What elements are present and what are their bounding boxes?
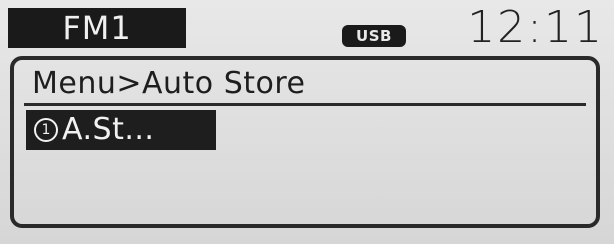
menu-item-label: A.St... (62, 112, 155, 147)
title-divider (24, 103, 586, 106)
radio-display: FM1 USB 12:11 Menu>Auto Store 1 A.St... (0, 0, 614, 244)
menu-panel: Menu>Auto Store 1 A.St... (10, 56, 600, 228)
clock: 12:11 (467, 2, 604, 53)
item-number-circle: 1 (34, 118, 58, 142)
status-bar: FM1 USB 12:11 (8, 4, 606, 52)
menu-breadcrumb-title: Menu>Auto Store (32, 66, 306, 101)
menu-item-auto-store[interactable]: 1 A.St... (26, 110, 216, 150)
usb-source-badge: USB (342, 25, 406, 47)
band-indicator: FM1 (8, 8, 186, 48)
